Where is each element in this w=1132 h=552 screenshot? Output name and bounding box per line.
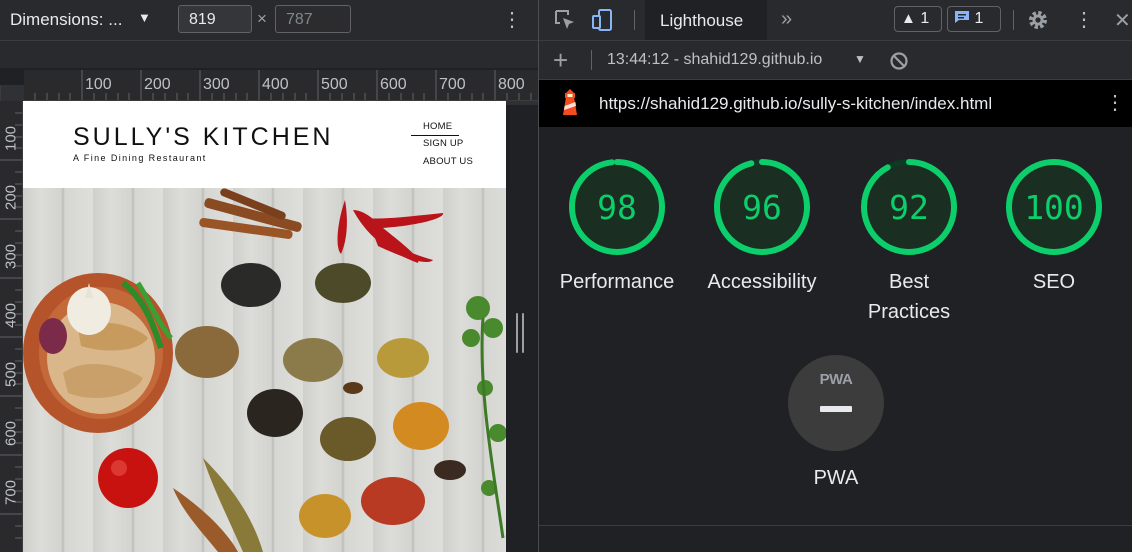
device-emulation-pane: Dimensions: ... ▼ 819 × 787 ⋮ 100 200 30… [0,0,538,552]
gauge-performance[interactable]: 98 Performance [544,157,690,297]
chevron-down-icon[interactable]: ▼ [138,10,151,25]
warnings-count: 1 [920,10,930,27]
gauge-pwa[interactable]: PWA PWA [763,355,909,490]
report-url-bar: https://shahid129.github.io/sully-s-kitc… [539,80,1132,127]
more-options-icon[interactable]: ⋮ [502,10,522,30]
nav-home-link[interactable]: HOME [423,121,452,132]
spices-illustration [23,188,506,552]
separator [591,50,592,70]
spice-bowl [23,273,173,433]
bay-leaves [173,458,263,552]
lighthouse-logo-icon [563,89,577,115]
warnings-badge[interactable]: ▲ 1 [894,6,942,32]
site-header: SULLY'S KITCHEN A Fine Dining Restaurant… [23,101,506,188]
ruler-label: 800 [498,76,525,93]
score-value: 96 [742,188,782,227]
device-toggle-icon[interactable] [591,8,615,32]
score-gauges: 98 Performance 96 Accessibility 92 Best … [539,127,1132,524]
times-icon: × [257,9,267,28]
score-label: Performance [559,271,675,293]
width-input[interactable]: 819 [178,5,252,33]
score-value: 100 [1024,188,1084,227]
horizontal-ruler: 100 200 300 400 500 600 700 800 [24,70,538,101]
vertical-ruler: 100 200 300 400 500 600 700 [0,101,23,552]
report-selector[interactable]: 13:44:12 - shahid129.github.io [607,51,835,69]
lighthouse-toolbar: + 13:44:12 - shahid129.github.io ▼ [539,41,1132,80]
ruler-label: 200 [2,184,20,211]
active-nav-underline [411,135,459,136]
score-label: PWA [813,467,859,489]
gear-icon[interactable] [1026,8,1050,32]
separator [634,10,635,30]
ruler-label: 400 [2,302,20,329]
ruler-label: 300 [2,243,20,270]
emulated-viewport[interactable]: SULLY'S KITCHEN A Fine Dining Restaurant… [23,101,506,552]
tomato [98,448,158,508]
ruler-label: 200 [144,76,171,93]
nav-signup-link[interactable]: SIGN UP [423,138,463,149]
pwa-mark: PWA [819,371,853,388]
inspect-element-icon[interactable] [553,8,577,32]
more-options-icon[interactable]: ⋮ [1074,10,1094,30]
ruler-label: 700 [2,479,20,506]
site-logo-title[interactable]: SULLY'S KITCHEN [73,123,333,152]
warning-icon: ▲ [901,10,916,27]
score-label: SEO [1032,271,1076,293]
ruler-label: 300 [203,76,230,93]
ruler-label: 600 [380,76,407,93]
cilantro [462,296,506,539]
chevron-down-icon[interactable]: ▼ [854,52,866,66]
ruler-label: 100 [85,76,112,93]
score-label: Accessibility [707,271,817,293]
clear-reports-icon[interactable] [889,51,909,71]
more-tabs-icon[interactable]: » [781,8,792,31]
resize-handle[interactable] [516,313,525,353]
height-input[interactable]: 787 [275,5,351,33]
more-options-icon[interactable]: ⋮ [1105,93,1125,113]
pwa-badge: PWA [788,355,884,451]
ruler-label: 100 [2,125,20,152]
cinnamon-sticks [199,188,302,239]
tab-lighthouse[interactable]: Lighthouse [645,0,767,40]
messages-badge[interactable]: 1 [947,6,1001,32]
media-query-bar [0,41,538,105]
ruler-label: 700 [439,76,466,93]
score-value: 98 [597,188,637,227]
gauge-accessibility[interactable]: 96 Accessibility [689,157,835,297]
gauge-seo[interactable]: 100 SEO [981,157,1127,297]
nav-about-link[interactable]: ABOUT US [423,156,473,167]
divider [539,525,1132,526]
ruler-label: 500 [2,361,20,388]
pwa-dash-icon [820,406,852,412]
messages-count: 1 [974,10,984,27]
score-label: Best Practices [867,271,951,323]
dimensions-dropdown[interactable]: Dimensions: ... [10,10,122,30]
devtools-tab-bar: Lighthouse » ▲ 1 1 ⋮ ✕ [539,0,1132,41]
site-tagline: A Fine Dining Restaurant [73,153,207,163]
separator [1013,10,1014,30]
report-url[interactable]: https://shahid129.github.io/sully-s-kitc… [599,94,992,114]
ruler-label: 400 [262,76,289,93]
devtools-panel: Lighthouse » ▲ 1 1 ⋮ ✕ + 13:44:12 - shah… [538,0,1132,552]
ruler-label: 500 [321,76,348,93]
new-report-button[interactable]: + [553,45,568,76]
message-icon [955,11,969,23]
device-toolbar: Dimensions: ... ▼ 819 × 787 ⋮ [0,0,538,41]
score-value: 92 [889,188,929,227]
red-chilies [337,200,444,263]
gauge-best-practices[interactable]: 92 Best Practices [836,157,982,327]
ruler-label: 600 [2,420,20,447]
close-icon[interactable]: ✕ [1114,8,1131,33]
hero-spices-image [23,188,506,552]
